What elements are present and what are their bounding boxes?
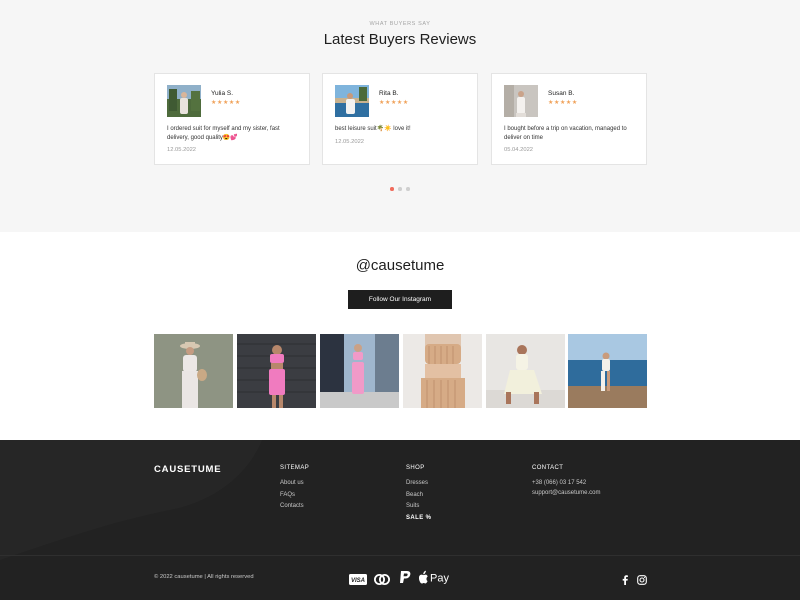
instagram-photo[interactable]: [237, 334, 316, 408]
visa-icon: VISA: [349, 572, 367, 586]
review-date: 12.05.2022: [335, 139, 365, 145]
rating-stars: ★★★★★: [548, 100, 578, 106]
footer-sitemap: SITEMAP About us FAQs Contacts: [280, 465, 309, 515]
footer-link-suits[interactable]: Suits: [406, 503, 431, 509]
review-date: 05.04.2022: [504, 147, 534, 153]
contact-phone[interactable]: +38 (066) 03 17 542: [532, 480, 600, 486]
visa-label: VISA: [351, 578, 365, 584]
social-links: [621, 571, 649, 585]
footer-contact: CONTACT +38 (066) 03 17 542 support@caus…: [532, 465, 600, 500]
footer-link-beach[interactable]: Beach: [406, 492, 431, 498]
review-card: Susan B. ★★★★★ I bought before a trip on…: [491, 73, 647, 165]
footer-link-contacts[interactable]: Contacts: [280, 503, 309, 509]
footer-link-dresses[interactable]: Dresses: [406, 480, 431, 486]
reviewer-photo: [167, 85, 201, 117]
review-text: I bought before a trip on vacation, mana…: [504, 126, 627, 141]
footer-shop: SHOP Dresses Beach Suits SALE %: [406, 465, 431, 526]
contact-title: CONTACT: [532, 465, 564, 471]
rating-stars: ★★★★★: [379, 100, 409, 106]
instagram-photo[interactable]: [486, 334, 565, 408]
payment-methods: VISA Pay: [349, 570, 459, 586]
instagram-photo[interactable]: [568, 334, 647, 408]
carousel-pagination: [390, 187, 412, 191]
footer: CAUSETUME SITEMAP About us FAQs Contacts…: [0, 440, 800, 600]
reviewer-name: Susan B.: [548, 90, 575, 97]
rating-stars: ★★★★★: [211, 100, 241, 106]
footer-link-faqs[interactable]: FAQs: [280, 492, 309, 498]
carousel-dot-active[interactable]: [390, 187, 394, 191]
copyright-text: © 2022 causetume | All rights reserved: [154, 574, 254, 580]
review-card: Rita B. ★★★★★ best leisure suit🌴☀️ love …: [322, 73, 478, 165]
reviews-title: Latest Buyers Reviews: [323, 31, 477, 48]
footer-link-sale[interactable]: SALE %: [406, 515, 431, 521]
instagram-gallery: [154, 334, 647, 408]
footer-divider: [0, 555, 800, 556]
apple-pay-label: Pay: [430, 573, 449, 585]
carousel-dot[interactable]: [406, 187, 410, 191]
apple-pay-icon: Pay: [418, 570, 453, 585]
footer-link-about[interactable]: About us: [280, 480, 309, 486]
contact-email[interactable]: support@causetume.com: [532, 490, 600, 496]
instagram-photo[interactable]: [403, 334, 482, 408]
review-text: best leisure suit🌴☀️ love it!: [335, 126, 411, 132]
instagram-photo[interactable]: [320, 334, 399, 408]
reviews-eyebrow: WHAT BUYERS SAY: [369, 21, 431, 27]
follow-instagram-button[interactable]: Follow Our Instagram: [348, 290, 452, 309]
carousel-dot[interactable]: [398, 187, 402, 191]
paypal-icon: [398, 570, 412, 584]
review-text: I ordered suit for myself and my sister,…: [167, 126, 280, 141]
reviews-section: WHAT BUYERS SAY Latest Buyers Reviews Yu…: [0, 0, 800, 232]
mastercard-icon: [373, 572, 391, 586]
shop-title: SHOP: [406, 465, 425, 471]
reviewer-photo: [504, 85, 538, 117]
facebook-icon[interactable]: [621, 572, 629, 590]
reviewer-photo: [335, 85, 369, 117]
instagram-handle: @causetume: [355, 257, 445, 274]
footer-logo[interactable]: CAUSETUME: [154, 464, 221, 475]
instagram-icon[interactable]: [637, 572, 647, 590]
review-date: 12.05.2022: [167, 147, 197, 153]
review-card: Yulia S. ★★★★★ I ordered suit for myself…: [154, 73, 310, 165]
instagram-photo[interactable]: [154, 334, 233, 408]
reviews-carousel[interactable]: Yulia S. ★★★★★ I ordered suit for myself…: [154, 73, 647, 165]
reviewer-name: Yulia S.: [211, 90, 234, 97]
reviewer-name: Rita B.: [379, 90, 399, 97]
sitemap-title: SITEMAP: [280, 465, 310, 471]
